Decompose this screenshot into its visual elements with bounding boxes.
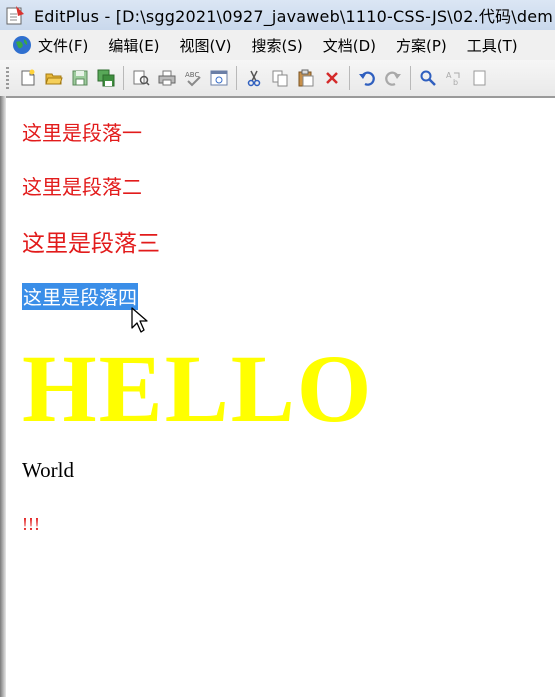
save-icon bbox=[72, 70, 88, 86]
menu-view[interactable]: 视图(V) bbox=[180, 35, 232, 56]
toolbar-separator bbox=[349, 66, 350, 90]
menu-search[interactable]: 搜索(S) bbox=[252, 35, 303, 56]
copy-icon bbox=[272, 70, 288, 87]
replace-button[interactable]: A b bbox=[443, 67, 465, 89]
toolbar-separator bbox=[123, 66, 124, 90]
paste-button[interactable] bbox=[295, 67, 317, 89]
globe-icon[interactable] bbox=[12, 35, 32, 55]
paragraph-three: 这里是段落三 bbox=[22, 231, 160, 257]
svg-text:ABC: ABC bbox=[185, 71, 199, 79]
mouse-pointer-icon bbox=[131, 307, 148, 333]
save-all-icon bbox=[97, 69, 115, 87]
editplus-app-icon[interactable] bbox=[4, 4, 26, 26]
svg-text:b: b bbox=[453, 78, 458, 87]
print-icon bbox=[158, 70, 176, 86]
toolbar-overflow-button[interactable] bbox=[469, 67, 491, 89]
spell-check-icon: ABC bbox=[185, 71, 201, 87]
toolbar-separator bbox=[410, 66, 411, 90]
title-bar: EditPlus - [D:\sgg2021\0927_javaweb\1110… bbox=[0, 0, 555, 30]
redo-icon bbox=[385, 71, 401, 86]
toolbar: ABC A b bbox=[0, 60, 555, 96]
open-folder-icon bbox=[45, 73, 63, 85]
menu-file[interactable]: 文件(F) bbox=[38, 35, 88, 56]
print-preview-icon bbox=[133, 70, 150, 86]
print-preview-button[interactable] bbox=[130, 67, 152, 89]
menu-tools[interactable]: 工具(T) bbox=[467, 35, 518, 56]
paragraph-two: 这里是段落二 bbox=[22, 175, 142, 199]
exclamation-text: !!! bbox=[22, 514, 40, 534]
toolbar-separator bbox=[236, 66, 237, 90]
menu-bar: 文件(F) 编辑(E) 视图(V) 搜索(S) 文档(D) 方案(P) 工具(T… bbox=[0, 30, 555, 60]
paragraph-four-selected[interactable]: 这里是段落四 bbox=[22, 283, 139, 310]
print-button[interactable] bbox=[156, 67, 178, 89]
delete-button[interactable] bbox=[321, 67, 343, 89]
svg-text:A: A bbox=[446, 71, 452, 80]
undo-icon bbox=[359, 71, 375, 86]
pane-top-border bbox=[0, 96, 555, 98]
browser-view-button[interactable] bbox=[208, 67, 230, 89]
new-file-icon bbox=[21, 69, 35, 86]
find-button[interactable] bbox=[417, 67, 439, 89]
replace-icon: A b bbox=[446, 71, 460, 87]
find-icon bbox=[420, 70, 436, 86]
open-button[interactable] bbox=[43, 67, 65, 89]
cut-button[interactable] bbox=[243, 67, 265, 89]
document-icon bbox=[473, 70, 486, 86]
save-all-button[interactable] bbox=[95, 67, 117, 89]
cut-icon bbox=[247, 70, 261, 87]
delete-icon bbox=[326, 72, 338, 84]
pane-left-border bbox=[0, 96, 6, 697]
paragraph-one: 这里是段落一 bbox=[22, 121, 142, 145]
browser-view-icon bbox=[210, 70, 228, 86]
menu-document[interactable]: 文档(D) bbox=[323, 35, 376, 56]
save-button[interactable] bbox=[69, 67, 91, 89]
hello-heading: HELLO bbox=[22, 335, 374, 442]
new-file-button[interactable] bbox=[17, 67, 39, 89]
redo-button[interactable] bbox=[382, 67, 404, 89]
menu-project[interactable]: 方案(P) bbox=[396, 35, 447, 56]
spell-check-button[interactable]: ABC bbox=[182, 67, 204, 89]
copy-button[interactable] bbox=[269, 67, 291, 89]
toolbar-grip[interactable] bbox=[6, 67, 9, 89]
world-text: World bbox=[22, 458, 74, 482]
window-title: EditPlus - [D:\sgg2021\0927_javaweb\1110… bbox=[34, 7, 554, 26]
menu-edit[interactable]: 编辑(E) bbox=[108, 35, 159, 56]
paste-icon bbox=[298, 69, 314, 87]
undo-button[interactable] bbox=[356, 67, 378, 89]
